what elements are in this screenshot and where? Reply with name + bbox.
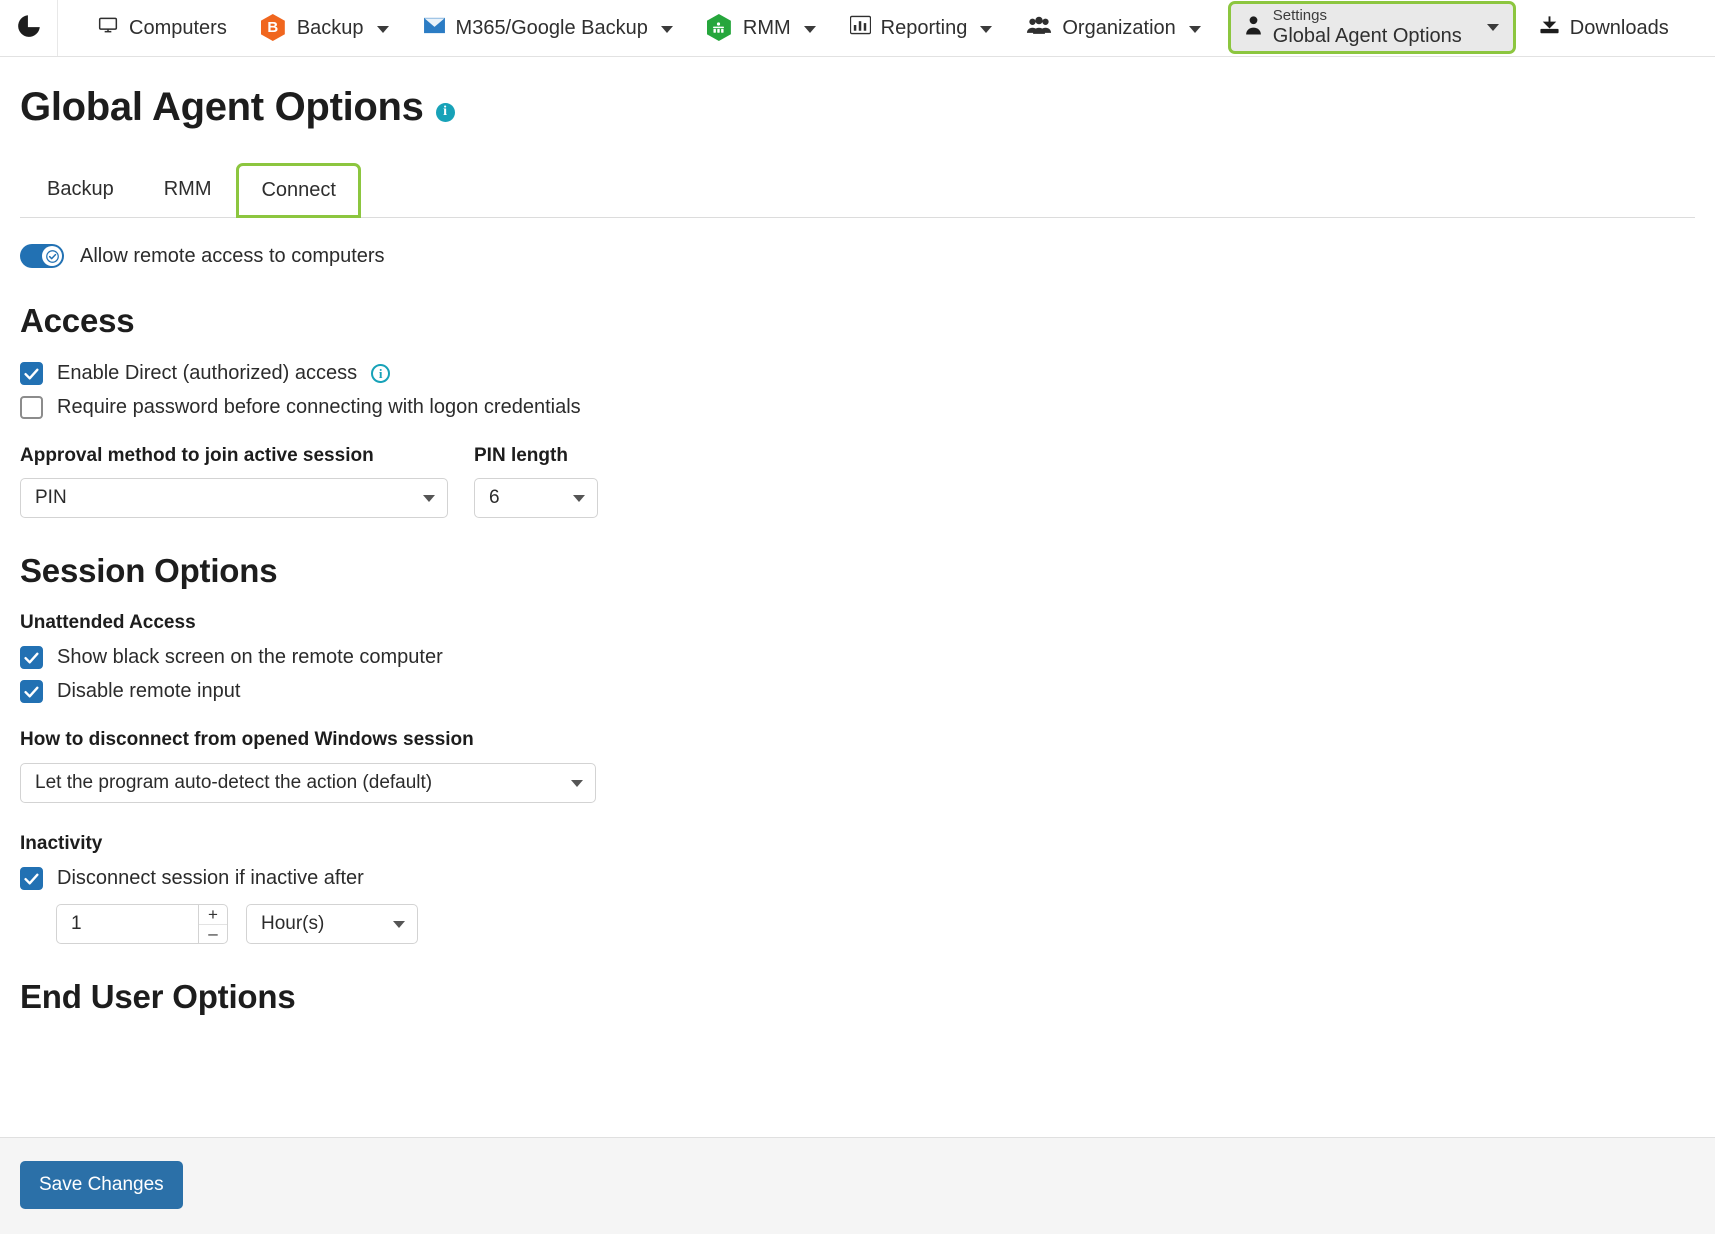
envelope-icon (423, 16, 446, 41)
nav-label-rmm: RMM (742, 16, 791, 39)
nav-item-m365-google-backup[interactable]: M365/Google Backup (406, 0, 690, 56)
stepper-increment-button[interactable]: + (199, 905, 227, 925)
nav-items: Computers B Backup M365/Google Backup RM… (58, 0, 1686, 56)
pin-length-select[interactable]: 6 (474, 478, 598, 518)
allow-remote-access-row: Allow remote access to computers (20, 244, 1695, 268)
require-password-checkbox[interactable] (20, 396, 43, 419)
stepper-buttons: + – (198, 904, 228, 944)
chevron-down-icon (1486, 24, 1499, 31)
end-user-options-heading: End User Options (20, 978, 296, 1015)
page-title: Global Agent Options (20, 85, 424, 129)
hex-b-orange-icon: B (260, 14, 287, 42)
nav-label-backup: Backup (296, 16, 364, 39)
app-logo[interactable] (0, 0, 58, 56)
chevron-down-icon (660, 26, 673, 33)
monitor-icon (97, 15, 119, 41)
enable-direct-access-label: Enable Direct (authorized) access (57, 362, 358, 384)
bar-chart-icon (849, 15, 871, 41)
disconnect-method-label: How to disconnect from opened Windows se… (20, 729, 474, 750)
require-password-row: Require password before connecting with … (20, 396, 1695, 419)
nav-label-downloads: Downloads (1569, 16, 1669, 39)
pin-length-field: PIN length 6 (474, 445, 598, 518)
pin-length-value: 6 (489, 487, 500, 508)
settings-main-label: Global Agent Options (1272, 24, 1462, 47)
disable-remote-input-checkbox[interactable] (20, 680, 43, 703)
approval-fields-row: Approval method to join active session P… (20, 445, 1695, 518)
tab-rmm[interactable]: RMM (139, 162, 237, 217)
nav-label-computers: Computers (129, 16, 227, 39)
nav-item-backup[interactable]: B Backup (244, 0, 406, 56)
stepper-decrement-button[interactable]: – (199, 925, 227, 944)
chevron-down-icon (393, 921, 405, 928)
chevron-down-icon (573, 495, 585, 502)
nav-item-computers[interactable]: Computers (80, 0, 244, 56)
enable-direct-access-checkbox[interactable] (20, 362, 43, 385)
disable-remote-input-row: Disable remote input (20, 680, 1695, 703)
disable-remote-input-label: Disable remote input (57, 680, 241, 702)
people-icon (1026, 16, 1052, 41)
approval-method-value: PIN (35, 487, 67, 508)
connect-tab-content: Allow remote access to computers Access … (20, 218, 1695, 1016)
pin-length-label: PIN length (474, 445, 568, 466)
nav-item-downloads[interactable]: Downloads (1522, 0, 1686, 56)
disconnect-if-inactive-row: Disconnect session if inactive after (20, 867, 1695, 890)
pie-chart-icon (16, 13, 42, 44)
allow-remote-access-label: Allow remote access to computers (80, 244, 385, 267)
nav-item-rmm[interactable]: RMM (690, 0, 833, 56)
top-navbar: Computers B Backup M365/Google Backup RM… (0, 0, 1715, 57)
nav-label-m365-google-backup: M365/Google Backup (455, 16, 648, 39)
page-header: Global Agent Options i (20, 85, 1695, 130)
approval-method-field: Approval method to join active session P… (20, 445, 448, 518)
chevron-down-icon (571, 780, 583, 787)
save-changes-button[interactable]: Save Changes (20, 1161, 183, 1209)
chevron-down-icon (980, 26, 993, 33)
disconnect-if-inactive-checkbox[interactable] (20, 867, 43, 890)
nav-item-organization[interactable]: Organization (1009, 0, 1217, 56)
inactivity-duration-row: 1 + – Hour(s) (20, 904, 1695, 944)
access-heading: Access (20, 302, 135, 339)
tab-connect[interactable]: Connect (236, 163, 361, 218)
download-icon (1539, 15, 1560, 41)
inactivity-unit-value: Hour(s) (261, 913, 325, 934)
tab-bar: Backup RMM Connect (20, 162, 1695, 218)
disconnect-if-inactive-label: Disconnect session if inactive after (57, 867, 364, 889)
chevron-down-icon (1188, 26, 1201, 33)
require-password-label: Require password before connecting with … (57, 396, 581, 418)
show-black-screen-label: Show black screen on the remote computer (57, 646, 443, 668)
approval-method-label: Approval method to join active session (20, 445, 374, 466)
nav-item-settings[interactable]: Settings Global Agent Options (1227, 1, 1516, 54)
allow-remote-access-toggle[interactable] (20, 244, 64, 268)
disconnect-method-select[interactable]: Let the program auto-detect the action (… (20, 763, 596, 803)
nav-label-reporting: Reporting (880, 16, 968, 39)
approval-method-select[interactable]: PIN (20, 478, 448, 518)
toggle-knob-check-icon (42, 246, 62, 266)
inactivity-amount-stepper[interactable]: 1 + – (56, 904, 228, 944)
inactivity-label: Inactivity (20, 833, 103, 854)
inactivity-unit-select[interactable]: Hour(s) (246, 904, 418, 944)
session-options-heading: Session Options (20, 552, 278, 589)
show-black-screen-checkbox[interactable] (20, 646, 43, 669)
chevron-down-icon (803, 26, 816, 33)
tab-backup[interactable]: Backup (22, 162, 139, 217)
settings-sub-label: Settings (1272, 6, 1327, 24)
unattended-access-label: Unattended Access (20, 612, 196, 633)
show-black-screen-row: Show black screen on the remote computer (20, 646, 1695, 669)
person-icon (1245, 14, 1262, 41)
disconnect-method-value: Let the program auto-detect the action (… (35, 772, 433, 793)
info-icon[interactable]: i (435, 102, 455, 122)
nav-label-organization: Organization (1062, 16, 1176, 39)
hex-rmm-green-icon (706, 14, 733, 42)
chevron-down-icon (376, 26, 389, 33)
enable-direct-access-row: Enable Direct (authorized) access i (20, 362, 1695, 385)
info-icon[interactable]: i (371, 364, 391, 383)
nav-item-reporting[interactable]: Reporting (833, 0, 1010, 56)
chevron-down-icon (423, 495, 435, 502)
page-container: Global Agent Options i Backup RMM Connec… (0, 85, 1715, 1016)
inactivity-amount-input[interactable]: 1 (56, 904, 198, 944)
footer-action-bar: Save Changes (0, 1137, 1715, 1234)
